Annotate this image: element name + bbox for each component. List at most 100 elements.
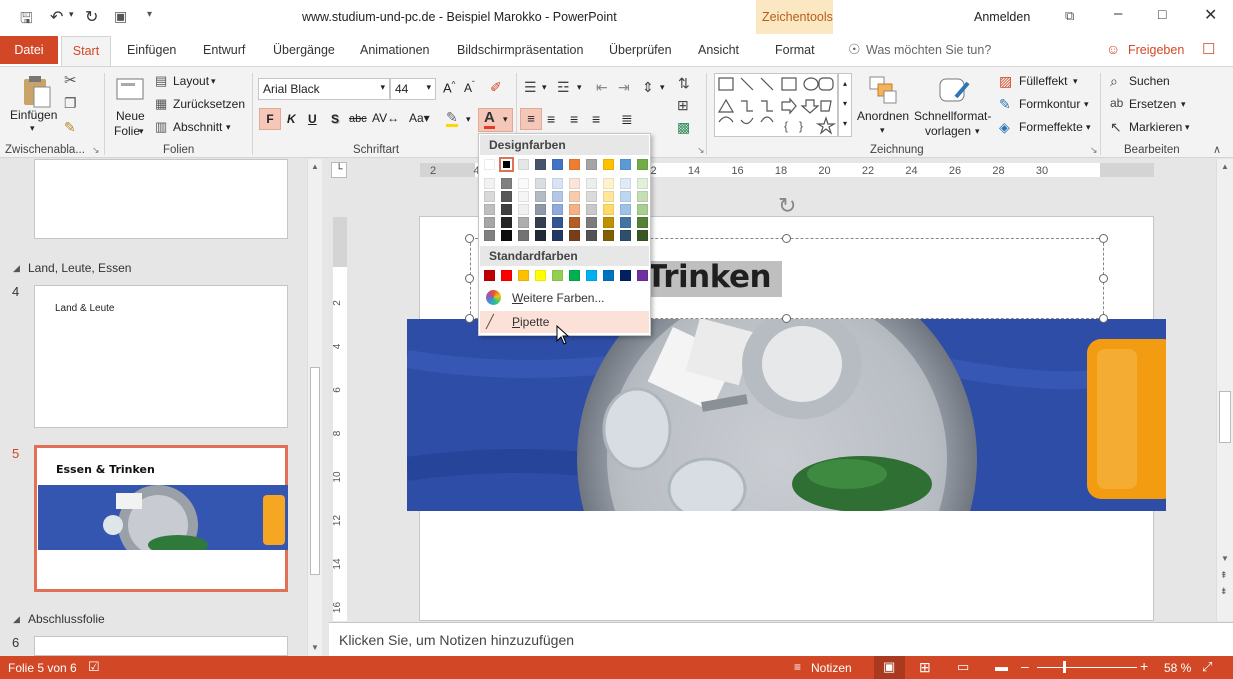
shape-effects-button[interactable]: Formeffekte — [1019, 120, 1083, 134]
color-swatch[interactable] — [535, 159, 546, 170]
font-color-dropdown-icon[interactable]: ▾ — [503, 114, 508, 125]
customize-qat-icon[interactable]: ▾ — [147, 9, 152, 20]
resize-handle[interactable] — [1099, 314, 1108, 323]
color-swatch[interactable] — [637, 178, 648, 189]
thumbnail-scrollbar[interactable]: ▲ ▼ — [307, 159, 322, 656]
spellcheck-icon[interactable]: ☑ — [88, 659, 100, 675]
tab-selector[interactable]: └ — [331, 162, 347, 178]
reset-button[interactable]: Zurücksetzen — [173, 97, 245, 111]
layout-button[interactable]: Layout — [173, 74, 209, 88]
scroll-down-icon[interactable]: ▼ — [1221, 554, 1229, 563]
color-swatch[interactable] — [518, 178, 529, 189]
shape-effects-dropdown-icon[interactable]: ▾ — [1086, 122, 1091, 133]
font-size-input[interactable]: 44 ▾ — [390, 78, 436, 100]
more-colors-item[interactable]: Weitere Farben... — [480, 287, 649, 309]
color-swatch[interactable] — [637, 159, 648, 170]
select-icon[interactable]: ↖ — [1110, 119, 1122, 136]
color-swatch[interactable] — [586, 178, 597, 189]
zoom-level[interactable]: 58 % — [1164, 661, 1191, 675]
color-swatch[interactable] — [552, 230, 563, 241]
new-slide-dropdown-icon[interactable]: ▾ — [139, 126, 144, 137]
color-swatch[interactable] — [535, 270, 546, 281]
change-case-icon[interactable]: Aa▾ — [409, 111, 430, 125]
resize-handle[interactable] — [1099, 234, 1108, 243]
align-center-icon[interactable]: ≡ — [547, 111, 555, 127]
tab-design[interactable]: Entwurf — [203, 43, 245, 57]
resize-handle[interactable] — [465, 234, 474, 243]
color-swatch[interactable] — [637, 191, 648, 202]
slide-sorter-icon[interactable]: ⊞ — [919, 659, 931, 676]
color-swatch[interactable] — [552, 159, 563, 170]
numbering-dropdown-icon[interactable]: ▾ — [577, 82, 582, 93]
slide-thumbnail-5[interactable]: Essen & Trinken — [34, 445, 288, 592]
color-swatch[interactable] — [586, 217, 597, 228]
color-swatch[interactable] — [637, 270, 648, 281]
color-swatch[interactable] — [620, 159, 631, 170]
align-right-icon[interactable]: ≡ — [570, 111, 578, 127]
tab-file[interactable]: Datei — [0, 36, 58, 64]
scrollbar-thumb[interactable] — [310, 367, 320, 575]
slide-photo[interactable] — [407, 319, 1166, 511]
italic-button[interactable]: K — [287, 112, 296, 126]
color-swatch[interactable] — [518, 159, 529, 170]
color-swatch[interactable] — [501, 270, 512, 281]
reading-view-icon[interactable]: ▭ — [957, 659, 969, 675]
color-swatch[interactable] — [518, 204, 529, 215]
section-dropdown-icon[interactable]: ▾ — [226, 122, 231, 133]
presentation-start-icon[interactable]: ▣ — [114, 8, 127, 25]
color-swatch[interactable] — [518, 191, 529, 202]
color-swatch[interactable] — [552, 270, 563, 281]
arrange-button[interactable]: Anordnen — [857, 109, 909, 123]
color-swatch[interactable] — [603, 159, 614, 170]
tell-me-input[interactable]: Was möchten Sie tun? — [866, 43, 991, 57]
paste-dropdown-icon[interactable]: ▾ — [30, 123, 35, 134]
resize-handle[interactable] — [1099, 274, 1108, 283]
color-swatch[interactable] — [499, 157, 514, 172]
previous-slide-icon[interactable]: ⇞ — [1220, 570, 1228, 581]
color-swatch[interactable] — [518, 230, 529, 241]
zoom-out-icon[interactable]: – — [1021, 658, 1029, 674]
slide-counter[interactable]: Folie 5 von 6 — [8, 661, 77, 675]
paste-icon[interactable] — [20, 75, 54, 109]
notes-toggle-icon[interactable]: ≡ — [794, 660, 801, 674]
collapse-ribbon-icon[interactable]: ∧ — [1213, 143, 1221, 156]
color-swatch[interactable] — [484, 178, 495, 189]
underline-button[interactable]: U — [308, 112, 317, 126]
numbering-icon[interactable]: ☲ — [557, 79, 570, 96]
quick-styles-icon[interactable] — [938, 73, 972, 107]
color-swatch[interactable] — [484, 270, 495, 281]
line-spacing-dropdown-icon[interactable]: ▾ — [660, 82, 665, 93]
slide-thumbnail-6[interactable] — [34, 636, 288, 656]
copy-icon[interactable]: ❐ — [64, 95, 77, 112]
color-swatch[interactable] — [535, 230, 546, 241]
color-swatch[interactable] — [603, 204, 614, 215]
line-spacing-icon[interactable]: ⇕ — [642, 79, 654, 96]
tab-slideshow[interactable]: Bildschirmpräsentation — [457, 43, 583, 57]
quick-styles-dropdown-icon[interactable]: ▾ — [975, 126, 980, 137]
paste-button[interactable]: Einfügen — [10, 108, 57, 122]
color-swatch[interactable] — [501, 204, 512, 215]
arrange-icon[interactable] — [868, 75, 898, 105]
font-name-dropdown-icon[interactable]: ▾ — [380, 82, 385, 93]
arrange-dropdown-icon[interactable]: ▾ — [880, 125, 885, 136]
slideshow-view-icon[interactable]: ▬ — [995, 659, 1008, 674]
resize-handle[interactable] — [782, 314, 791, 323]
layout-dropdown-icon[interactable]: ▾ — [211, 76, 216, 87]
notes-pane[interactable]: Klicken Sie, um Notizen hinzuzufügen — [329, 622, 1233, 656]
new-slide-label-1[interactable]: Neue — [116, 109, 145, 123]
shapes-gallery[interactable]: {} — [714, 73, 838, 137]
align-left-button[interactable]: ≡ — [520, 108, 542, 130]
tab-animations[interactable]: Animationen — [360, 43, 430, 57]
color-swatch[interactable] — [569, 191, 580, 202]
color-swatch[interactable] — [637, 217, 648, 228]
color-swatch[interactable] — [637, 230, 648, 241]
color-swatch[interactable] — [620, 204, 631, 215]
color-swatch[interactable] — [586, 230, 597, 241]
color-swatch[interactable] — [569, 204, 580, 215]
scrollbar-thumb[interactable] — [1219, 391, 1231, 443]
bold-button[interactable]: F — [259, 108, 281, 130]
editor-scrollbar[interactable]: ▲ ▼ ⇞ ⇟ — [1216, 159, 1233, 621]
shape-effects-icon[interactable]: ◈ — [999, 119, 1010, 136]
color-swatch[interactable] — [620, 191, 631, 202]
close-icon[interactable]: ✕ — [1204, 5, 1217, 25]
